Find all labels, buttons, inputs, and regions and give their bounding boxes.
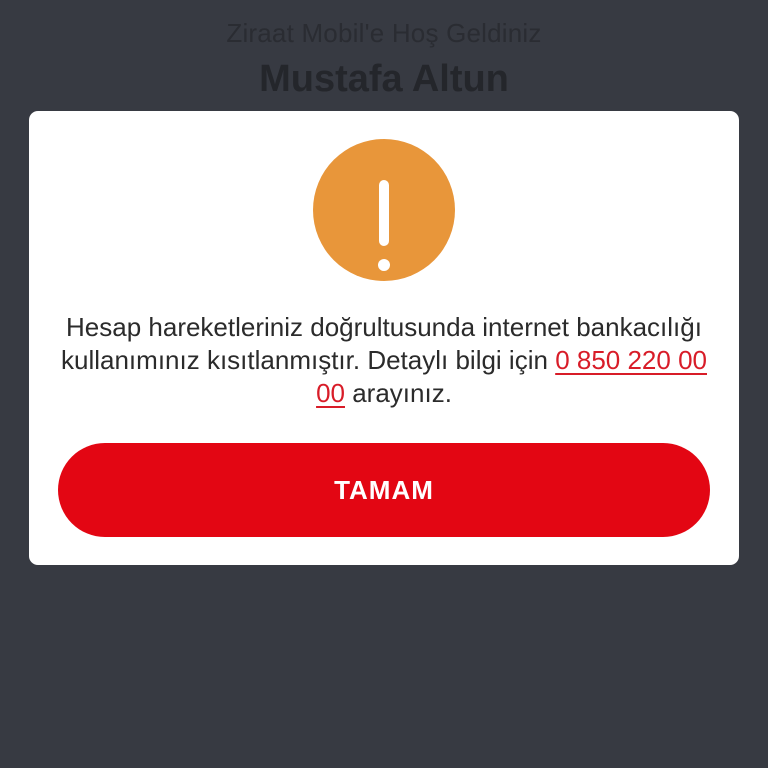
exclamation-icon-glyph (378, 180, 390, 271)
screen: Ziraat Mobil'e Hoş Geldiniz Mustafa Altu… (0, 0, 768, 768)
alert-message: Hesap hareketleriniz doğrultusunda inter… (49, 311, 719, 410)
alert-dialog: Hesap hareketleriniz doğrultusunda inter… (29, 111, 739, 565)
alert-message-suffix: arayınız. (352, 378, 452, 408)
ok-button[interactable]: TAMAM (58, 443, 710, 537)
user-name: Mustafa Altun (259, 58, 509, 100)
exclamation-icon (313, 139, 455, 281)
welcome-text: Ziraat Mobil'e Hoş Geldiniz (226, 18, 542, 48)
